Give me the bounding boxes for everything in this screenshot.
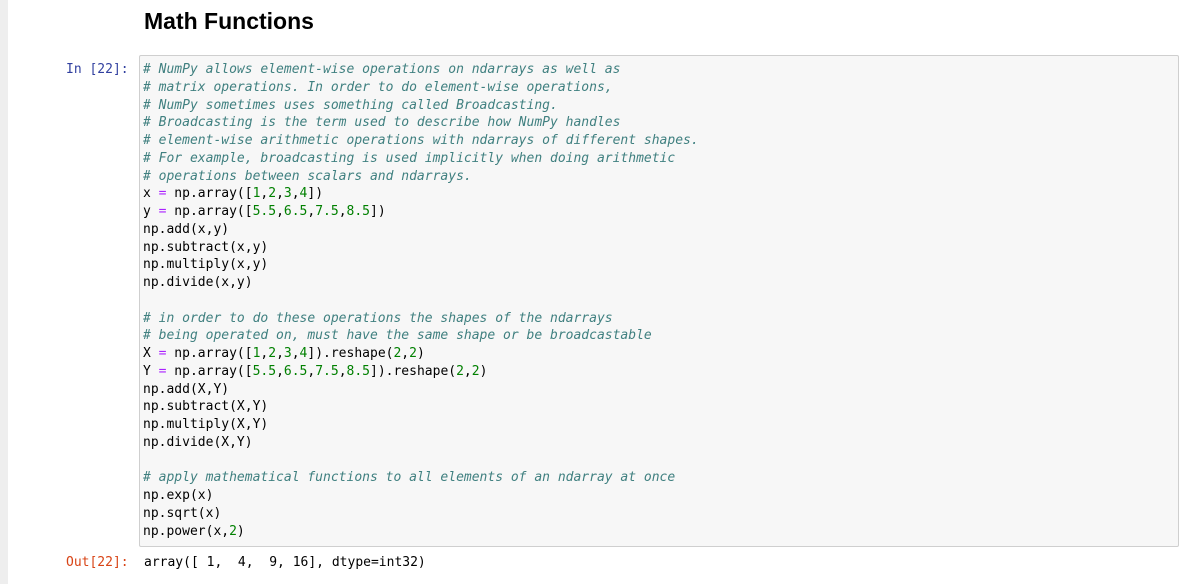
- code-comment-line: # NumPy allows element-wise operations o…: [143, 62, 621, 77]
- section-heading: Math Functions: [144, 8, 314, 34]
- code-line: np.multiply(x,y): [143, 257, 269, 273]
- code-line: np.multiply(X,Y): [143, 417, 269, 432]
- code-line: np.divide(x,y): [143, 275, 253, 290]
- code-comment-line: # apply mathematical functions to all el…: [143, 470, 676, 486]
- code-editor[interactable]: # NumPy allows element-wise operations o…: [143, 61, 699, 540]
- code-line: X = np.array([1,2,3,4]).reshape(2,2): [143, 346, 425, 361]
- code-line: np.power(x,2): [143, 523, 245, 539]
- cell-output: array([ 1, 4, 9, 16], dtype=int32): [144, 555, 426, 570]
- code-line: np.add(X,Y): [143, 381, 230, 397]
- code-line: np.add(x,y): [143, 221, 230, 237]
- code-comment-line: # Broadcasting is the term used to descr…: [143, 115, 621, 131]
- code-line: y = np.array([5.5,6.5,7.5,8.5]): [143, 204, 386, 219]
- code-comment-line: # operations between scalars and ndarray…: [143, 168, 472, 184]
- input-prompt: In [22]:: [66, 62, 129, 77]
- notebook-left-margin: [0, 0, 8, 584]
- code-line: x = np.array([1,2,3,4]): [143, 186, 324, 202]
- code-comment-line: # For example, broadcasting is used impl…: [143, 150, 676, 166]
- code-line: Y = np.array([5.5,6.5,7.5,8.5]).reshape(…: [143, 363, 488, 379]
- code-line: np.divide(X,Y): [143, 434, 253, 450]
- code-comment-line: # matrix operations. In order to do elem…: [143, 79, 613, 95]
- code-line: np.subtract(x,y): [143, 239, 269, 255]
- code-comment-line: # element-wise arithmetic operations wit…: [143, 133, 699, 148]
- code-line: np.exp(x): [143, 488, 214, 503]
- code-line: np.subtract(X,Y): [143, 399, 269, 415]
- code-comment-line: # being operated on, must have the same …: [143, 328, 652, 344]
- output-prompt: Out[22]:: [66, 555, 129, 570]
- code-comment-line: # NumPy sometimes uses something called …: [143, 97, 558, 113]
- code-comment-line: # in order to do these operations the sh…: [143, 310, 613, 326]
- code-line: np.sqrt(x): [143, 505, 222, 521]
